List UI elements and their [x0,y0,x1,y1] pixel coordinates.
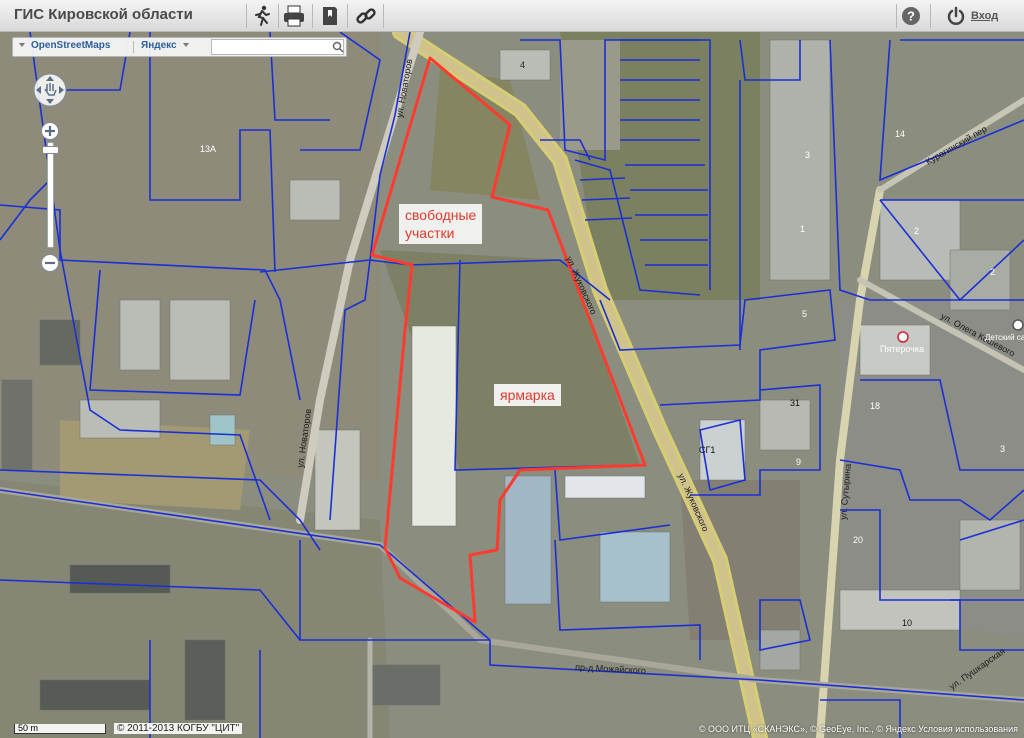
provider-attribution[interactable]: © ООО ИТЦ «СКАНЭКС», © GeoEye, Inc., © Я… [699,724,1018,734]
toolbar-separator [930,4,931,28]
house-number: 10 [902,618,912,628]
help-icon[interactable]: ? [901,6,921,26]
toolbar-separator [278,4,279,28]
bookmark-icon[interactable] [318,4,342,28]
top-toolbar: ГИС Кировской области ? Вход [0,0,1024,32]
poi-kindergarten: Детский са [985,333,1024,342]
zoom-out-button[interactable] [40,253,60,273]
kindergarten-icon [1012,319,1024,331]
shop-icon [897,331,909,343]
login-button[interactable]: Вход [946,4,998,28]
house-number: 4 [520,60,525,70]
house-number: 14 [895,129,905,139]
layer-tab-yandex-label: Яндекс [141,40,177,51]
scale-label: 50 m [18,723,39,733]
search-icon[interactable] [332,41,344,53]
house-number: 3 [805,150,810,160]
house-number: 2 [914,226,919,236]
house-number: 2 [990,267,995,277]
house-number: 5 [802,309,807,319]
label-fair: ярмарка [494,384,561,406]
house-number: 18 [870,401,880,411]
zoom-in-button[interactable] [40,121,60,141]
zoom-slider[interactable] [47,142,54,248]
house-number: 3 [1000,444,1005,454]
help-label: ? [907,9,915,24]
toolbar-separator [312,4,313,28]
toolbar-separator [896,4,897,28]
search-input[interactable] [211,39,344,55]
house-number: 1 [800,224,805,234]
label-free-plots-line1: свободные [405,207,477,223]
layer-switcher: OpenStreetMaps Яндекс [12,37,347,57]
label-free-plots: свободные участки [399,204,483,244]
house-number: 9 [796,457,801,467]
chevron-down-icon [19,43,25,48]
house-number: 20 [853,535,863,545]
layer-tab-yandex[interactable]: Яндекс [141,40,189,51]
house-number: 31 [790,398,800,408]
layer-tab-osm-label: OpenStreetMaps [31,40,111,51]
power-icon [947,6,965,25]
layer-tab-osm[interactable]: OpenStreetMaps [19,40,110,51]
toolbar-separator [347,4,348,28]
pan-control[interactable] [32,72,68,108]
runner-icon[interactable] [251,4,275,28]
print-icon[interactable] [282,4,306,28]
link-icon[interactable] [354,4,378,28]
poi-pyaterochka: Пятерочка [880,344,924,354]
house-number: СГ1 [699,445,715,455]
house-number: 13А [200,144,216,154]
layer-separator [133,41,134,53]
app-title: ГИС Кировской области [14,6,193,23]
copyright: © 2011-2013 КОГБУ "ЦИТ" [114,723,243,734]
toolbar-separator [383,4,384,28]
zoom-slider-handle[interactable] [42,146,59,154]
chevron-down-icon [182,43,189,48]
login-label: Вход [971,10,999,22]
label-free-plots-line2: участки [405,225,455,241]
toolbar-separator [246,4,247,28]
